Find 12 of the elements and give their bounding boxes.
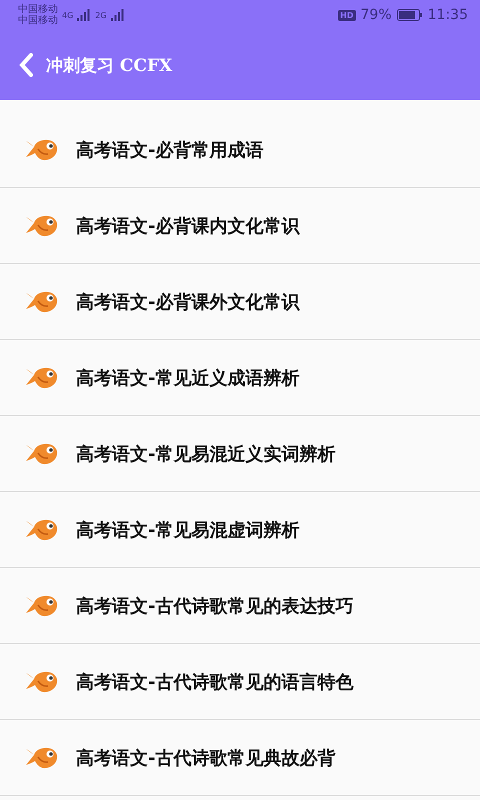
carrier-name: 中国移动 [18, 15, 58, 26]
network-type: 2G [95, 10, 107, 20]
battery-icon [396, 9, 423, 21]
network-type: 4G [62, 10, 74, 20]
carrier-name: 中国移动 [18, 4, 58, 15]
page-title: 冲刺复习 CCFX [46, 54, 172, 76]
battery-percent: 79% [360, 7, 392, 23]
signal-icon [77, 9, 92, 21]
hd-badge: HD [338, 10, 356, 20]
signal-icon [110, 9, 125, 21]
clock-time: 11:35 [428, 7, 468, 23]
back-button[interactable] [18, 52, 34, 78]
